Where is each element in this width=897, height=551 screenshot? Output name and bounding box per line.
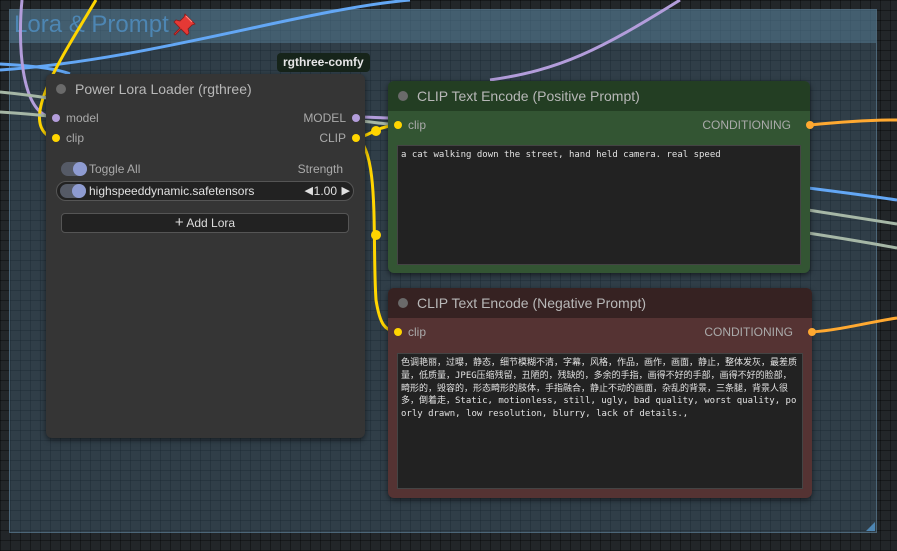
- strength-decrement-icon[interactable]: ◀: [305, 184, 313, 197]
- model-input-slot[interactable]: [52, 114, 60, 122]
- group-header[interactable]: Lora & Prompt: [10, 10, 876, 43]
- strength-header: Strength: [297, 162, 343, 176]
- model-output-slot[interactable]: [352, 114, 360, 122]
- lora-name[interactable]: highspeeddynamic.safetensors: [89, 184, 254, 198]
- toggle-all-label[interactable]: Toggle All: [89, 162, 140, 176]
- clip-input-label: clip: [408, 118, 427, 132]
- power-lora-loader-node[interactable]: Power Lora Loader (rgthree) model clip M…: [46, 74, 365, 438]
- toggle-all-switch[interactable]: [61, 162, 87, 176]
- collapse-dot-icon[interactable]: [56, 84, 66, 94]
- lora-strength-value[interactable]: 1.00: [314, 184, 337, 198]
- lora-enable-toggle[interactable]: [60, 184, 86, 198]
- collapse-dot-icon[interactable]: [398, 298, 408, 308]
- node-header[interactable]: CLIP Text Encode (Negative Prompt): [388, 288, 812, 318]
- clip-input-slot[interactable]: [52, 134, 60, 142]
- conditioning-output-label: CONDITIONING: [704, 325, 793, 339]
- rgthree-badge: rgthree-comfy: [277, 53, 370, 72]
- strength-increment-icon[interactable]: ▶: [342, 184, 350, 197]
- group-title: Lora & Prompt: [14, 11, 169, 38]
- node-header[interactable]: Power Lora Loader (rgthree): [46, 74, 365, 104]
- node-header[interactable]: CLIP Text Encode (Positive Prompt): [388, 81, 810, 111]
- group-resize-handle[interactable]: [866, 522, 875, 531]
- lora-row[interactable]: highspeeddynamic.safetensors ◀ 1.00 ▶: [56, 181, 354, 201]
- conditioning-output-label: CONDITIONING: [702, 118, 791, 132]
- negative-prompt-textarea[interactable]: 色调艳丽，过曝，静态，细节模糊不清，字幕，风格，作品，画作，画面，静止，整体发灰…: [397, 353, 803, 489]
- node-title: Power Lora Loader (rgthree): [75, 81, 252, 97]
- toggle-knob: [73, 162, 87, 176]
- toggle-knob: [72, 184, 86, 198]
- plus-icon: +: [174, 214, 184, 231]
- clip-input-label: clip: [66, 131, 85, 145]
- clip-input-slot[interactable]: [394, 121, 402, 129]
- model-input-label: model: [66, 111, 99, 125]
- conditioning-output-slot[interactable]: [808, 328, 816, 336]
- pushpin-icon[interactable]: [171, 13, 197, 39]
- clip-text-encode-negative-node[interactable]: CLIP Text Encode (Negative Prompt) clip …: [388, 288, 816, 498]
- model-output-label: MODEL: [303, 111, 346, 125]
- conditioning-output-slot[interactable]: [806, 121, 814, 129]
- clip-output-slot[interactable]: [352, 134, 360, 142]
- add-lora-button[interactable]: + Add Lora: [61, 213, 349, 233]
- clip-input-label: clip: [408, 325, 427, 339]
- add-lora-label: Add Lora: [186, 216, 236, 230]
- clip-output-label: CLIP: [319, 131, 346, 145]
- node-title: CLIP Text Encode (Positive Prompt): [417, 88, 640, 104]
- clip-input-slot[interactable]: [394, 328, 402, 336]
- node-title: CLIP Text Encode (Negative Prompt): [417, 295, 647, 311]
- clip-text-encode-positive-node[interactable]: CLIP Text Encode (Positive Prompt) clip …: [388, 81, 814, 273]
- collapse-dot-icon[interactable]: [398, 91, 408, 101]
- positive-prompt-textarea[interactable]: a cat walking down the street, hand held…: [397, 145, 801, 265]
